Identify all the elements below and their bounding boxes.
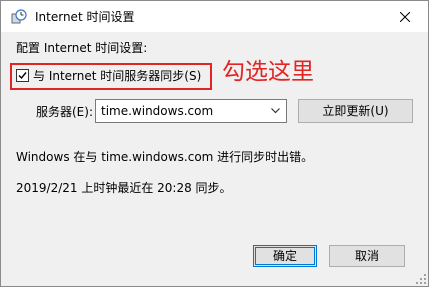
server-value: time.windows.com [101,104,214,118]
chevron-down-icon [271,108,280,114]
close-button[interactable] [382,1,428,32]
checkmark-icon [18,72,27,80]
update-now-button[interactable]: 立即更新(U) [298,99,413,123]
annotation-text: 勾选这里 [222,59,314,85]
cancel-button[interactable]: 取消 [329,245,405,267]
title-bar: Internet 时间设置 [1,1,428,32]
server-dropdown[interactable]: time.windows.com [95,99,287,123]
sync-checkbox[interactable] [16,69,29,82]
close-icon [400,11,410,22]
sync-checkbox-label[interactable]: 与 Internet 时间服务器同步(S) [33,68,201,84]
clock-settings-icon [11,9,27,25]
config-label: 配置 Internet 时间设置: [16,41,148,55]
resize-grip-icon[interactable] [416,274,426,284]
server-label: 服务器(E): [36,105,93,119]
window-title: Internet 时间设置 [35,10,135,24]
ok-button[interactable]: 确定 [253,245,317,267]
sync-error-text: Windows 在与 time.windows.com 进行同步时出错。 [16,150,314,164]
last-sync-text: 2019/2/21 上时钟最近在 20:28 同步。 [16,181,232,195]
